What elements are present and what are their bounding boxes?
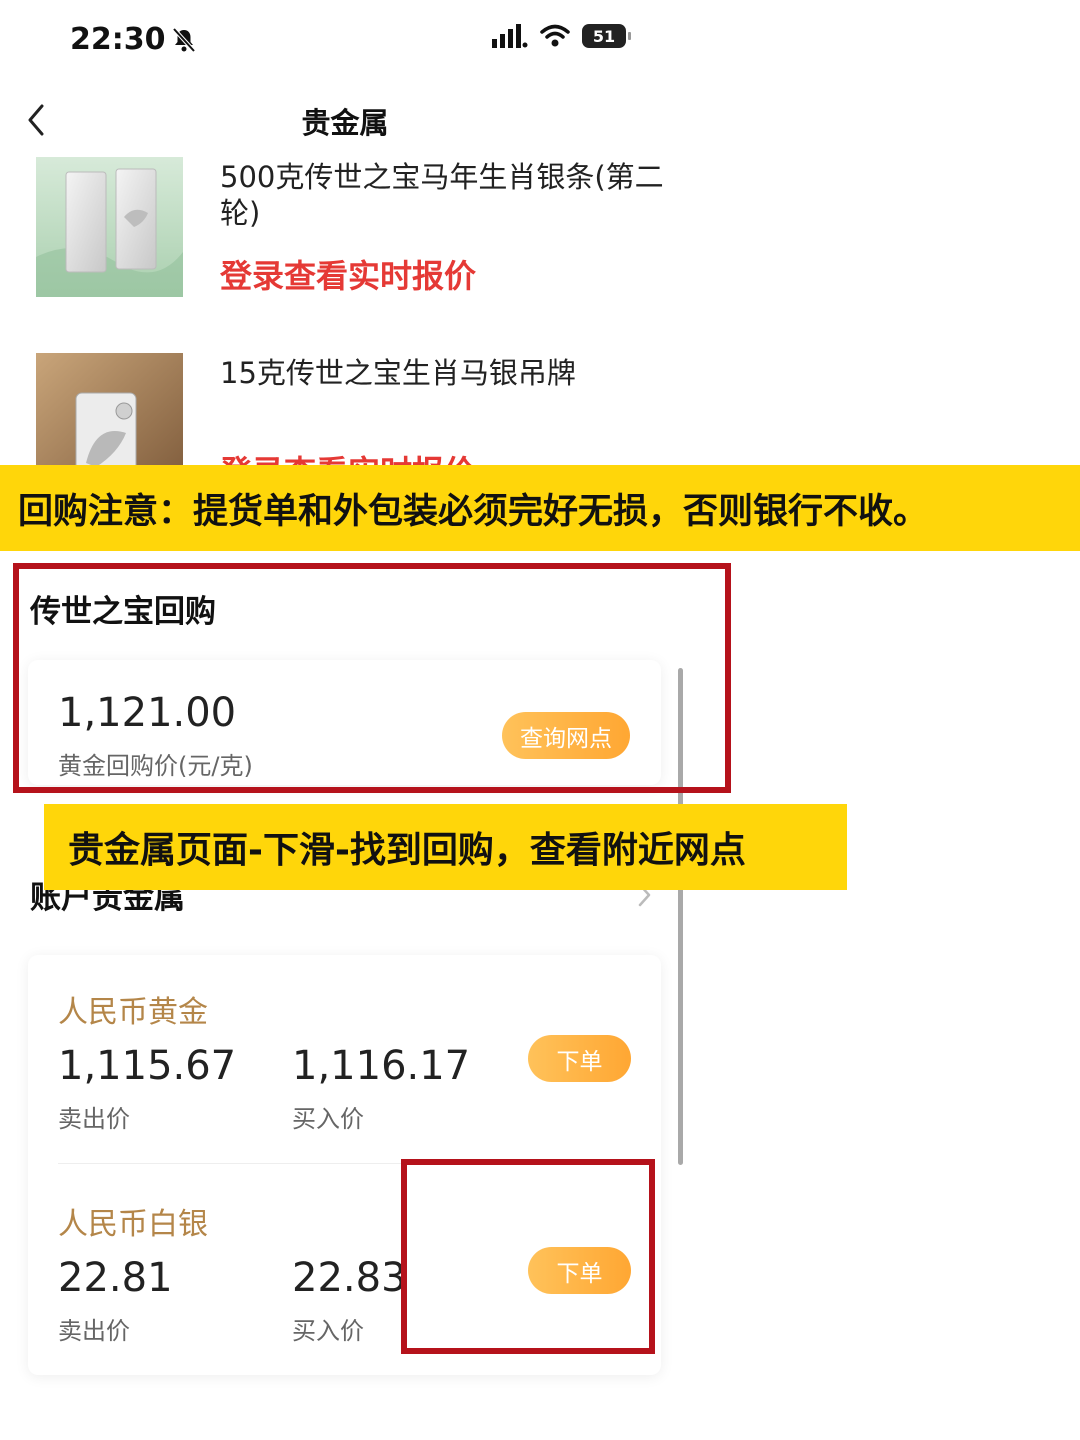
order-button[interactable]: 下单	[528, 1035, 631, 1082]
status-icons: 51	[492, 24, 631, 48]
metal-name: 人民币白银	[58, 1207, 208, 1242]
sell-price-label: 卖出价	[58, 1105, 130, 1133]
login-for-price-link[interactable]: 登录查看实时报价	[220, 251, 476, 297]
cellular-signal-icon	[492, 24, 528, 48]
highlight-box-buyback	[13, 563, 731, 793]
battery-indicator: 51	[582, 24, 631, 48]
product-thumbnail	[36, 157, 183, 297]
metal-name: 人民币黄金	[58, 995, 208, 1030]
highlight-box-order	[401, 1159, 655, 1354]
buyback-notice-banner: 回购注意：提货单和外包装必须完好无损，否则银行不收。	[0, 465, 1080, 551]
bell-muted-icon	[172, 27, 195, 52]
product-title: 500克传世之宝马年生肖银条(第二轮)	[220, 160, 664, 230]
buy-price-label: 买入价	[292, 1105, 364, 1133]
product-title: 15克传世之宝生肖马银吊牌	[220, 356, 576, 390]
buy-price: 1,116.17	[292, 1043, 471, 1089]
product-item[interactable]: 500克传世之宝马年生肖银条(第二轮) 登录查看实时报价	[36, 157, 676, 302]
sell-price-label: 卖出价	[58, 1317, 130, 1345]
instruction-banner: 贵金属页面-下滑-找到回购，查看附近网点	[44, 804, 847, 890]
buy-price: 22.83	[292, 1255, 407, 1301]
sell-price: 22.81	[58, 1255, 173, 1301]
page-title: 贵金属	[301, 106, 389, 140]
status-time: 22:30	[70, 22, 196, 57]
sell-price: 1,115.67	[58, 1043, 237, 1089]
wifi-icon	[540, 24, 570, 47]
buy-price-label: 买入价	[292, 1317, 364, 1345]
